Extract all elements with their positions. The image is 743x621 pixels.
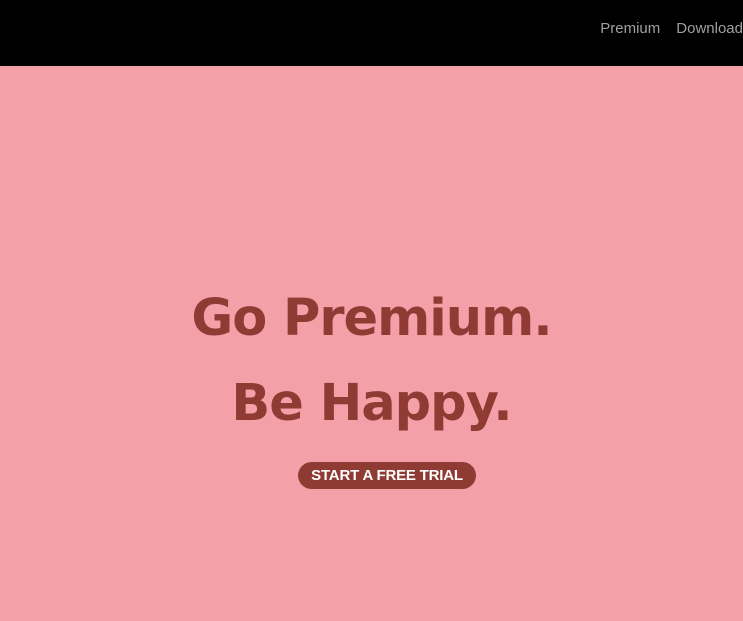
nav-links: Premium Download <box>600 19 743 39</box>
top-navbar: Premium Download <box>0 0 743 66</box>
hero-headline-line1: Go Premium. <box>191 289 552 348</box>
nav-link-premium[interactable]: Premium <box>600 19 660 39</box>
nav-link-download[interactable]: Download <box>676 19 743 39</box>
hero-section: Go Premium. Be Happy. START A FREE TRIAL <box>0 66 743 621</box>
start-free-trial-button[interactable]: START A FREE TRIAL <box>298 462 476 489</box>
hero-headline-line2: Be Happy. <box>231 374 512 433</box>
